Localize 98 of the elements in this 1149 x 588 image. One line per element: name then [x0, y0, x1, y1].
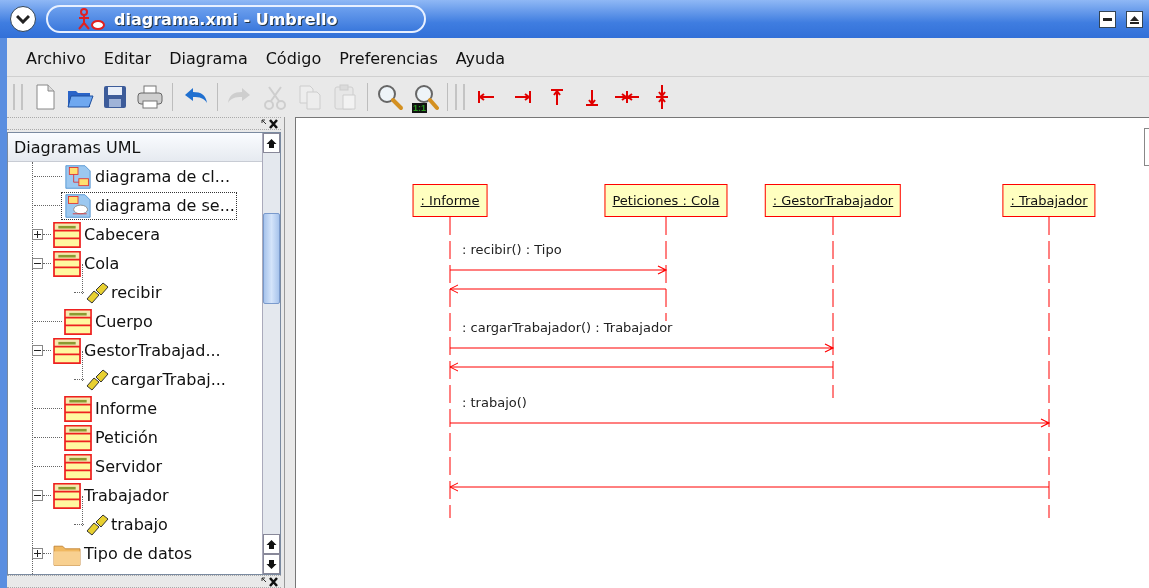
class-icon: [62, 453, 94, 480]
tree-item[interactable]: Tipo de datos: [51, 540, 194, 567]
tree-item-label: diagrama de se...: [94, 195, 236, 216]
undock-close-icon[interactable]: [261, 576, 279, 587]
tree-item[interactable]: Cola: [51, 250, 121, 277]
tree-item-label: Tipo de datos: [83, 543, 194, 564]
tree-item[interactable]: cargarTrabaj...: [84, 366, 227, 393]
window-menu-button[interactable]: [10, 6, 36, 32]
printer-icon: [136, 83, 164, 111]
tree-item-label: recibir: [110, 282, 163, 303]
tree-item-label: diagrama de cl...: [94, 166, 231, 187]
zoom-ratio-label: 1:1: [412, 103, 427, 113]
tree-item[interactable]: Servidor: [62, 453, 163, 480]
tree-item[interactable]: recibir: [84, 279, 163, 306]
printer-button[interactable]: [135, 82, 165, 112]
scrollbar[interactable]: [262, 133, 280, 574]
message-label: : recibir() : Tipo: [462, 242, 562, 257]
plus-icon: [34, 231, 41, 238]
arrow-up-icon: [266, 538, 277, 550]
object-box[interactable]: : GestorTrabajador: [764, 184, 902, 217]
clipboard-icon: [331, 83, 359, 111]
minimize-button[interactable]: [1099, 10, 1116, 28]
tree-item-label: GestorTrabajad...: [83, 340, 222, 361]
undock-close-icon[interactable]: [261, 118, 279, 129]
tree-item-label: Petición: [94, 427, 159, 448]
magnifier-icon: [376, 83, 404, 111]
expand-toggle[interactable]: [32, 548, 43, 559]
align-bottom-icon: [585, 88, 599, 106]
menu-item[interactable]: Preferencias: [330, 45, 447, 71]
class-icon: [51, 337, 83, 364]
tree-item[interactable]: Cuerpo: [62, 308, 154, 335]
class-icon: [51, 221, 83, 248]
class-icon: [62, 395, 94, 422]
message-label: : trabajo(): [462, 395, 527, 410]
tree-item-label: cargarTrabaj...: [110, 369, 227, 390]
scrollbar-thumb[interactable]: [263, 213, 280, 304]
tree-item-label: Cabecera: [83, 224, 161, 245]
collapse-toggle[interactable]: [32, 258, 43, 269]
scroll-up-button[interactable]: [263, 133, 280, 153]
collapse-toggle[interactable]: [32, 345, 43, 356]
tree-item-label: trabajo: [110, 514, 169, 535]
class-icon: [51, 482, 83, 509]
tree-item[interactable]: Cabecera: [51, 221, 161, 248]
tree-item[interactable]: Informe: [62, 395, 158, 422]
sequence-diagram-icon: [62, 192, 94, 219]
object-box[interactable]: : Informe: [412, 184, 488, 217]
class-icon: [62, 308, 94, 335]
magnifier-button[interactable]: 1:1: [410, 82, 440, 112]
class-icon: [51, 250, 83, 277]
return-arrow[interactable]: [449, 362, 834, 372]
expand-toggle[interactable]: [32, 229, 43, 240]
align-top-icon: [550, 88, 564, 106]
menu-item[interactable]: Ayuda: [446, 45, 515, 71]
chevron-down-icon: [16, 14, 30, 24]
message-arrow[interactable]: [449, 265, 668, 275]
actor-icon: [76, 7, 106, 31]
copy-icon: [296, 83, 324, 111]
tree-item[interactable]: diagrama de se...: [62, 192, 236, 219]
minus-icon: [34, 260, 41, 267]
maximize-icon: [1129, 13, 1140, 25]
message-arrow[interactable]: [449, 418, 1051, 428]
tree-item[interactable]: trabajo: [84, 511, 169, 538]
tree-item[interactable]: Petición: [62, 424, 159, 451]
maximize-button[interactable]: [1126, 10, 1143, 28]
message-label: : cargarTrabajador() : Trabajador: [462, 320, 673, 335]
return-arrow[interactable]: [449, 284, 667, 294]
plus-icon: [34, 550, 41, 557]
class-diagram-icon: [62, 163, 94, 190]
column-header[interactable]: Diagramas UML: [8, 133, 262, 162]
scroll-up-button[interactable]: [263, 534, 280, 554]
menu-item[interactable]: Código: [256, 45, 331, 71]
arrow-down-icon: [266, 558, 277, 570]
class-icon: [62, 424, 94, 451]
tree-item[interactable]: Trabajador: [51, 482, 170, 509]
arrow-up-icon: [266, 137, 277, 149]
menu-item[interactable]: Archivo: [17, 45, 95, 71]
tree-item[interactable]: diagrama de cl...: [62, 163, 231, 190]
minus-icon: [34, 347, 41, 354]
minus-icon: [34, 492, 41, 499]
return-arrow[interactable]: [449, 482, 1050, 492]
object-box[interactable]: : Trabajador: [1002, 184, 1096, 217]
tree-item-label: Servidor: [94, 456, 163, 477]
menu-item[interactable]: Editar: [94, 45, 161, 71]
minimize-icon: [1103, 17, 1112, 21]
toolbar-handle[interactable]: [13, 84, 23, 110]
magnifier-button[interactable]: [375, 82, 405, 112]
menu-item[interactable]: Diagrama: [160, 45, 257, 71]
message-arrow[interactable]: [449, 343, 835, 353]
tree-item[interactable]: GestorTrabajad...: [51, 337, 222, 364]
tree-item-label: Trabajador: [83, 485, 170, 506]
toolbar-handle[interactable]: [455, 84, 465, 110]
tree-item-label: Cuerpo: [94, 311, 154, 332]
window-title: diagrama.xmi - Umbrello: [114, 9, 338, 29]
collapse-toggle[interactable]: [32, 490, 43, 501]
tree-item-label: Cola: [83, 253, 121, 274]
tree-item-label: Informe: [94, 398, 158, 419]
object-box[interactable]: Peticiones : Cola: [604, 184, 728, 217]
scroll-down-button[interactable]: [263, 554, 280, 574]
